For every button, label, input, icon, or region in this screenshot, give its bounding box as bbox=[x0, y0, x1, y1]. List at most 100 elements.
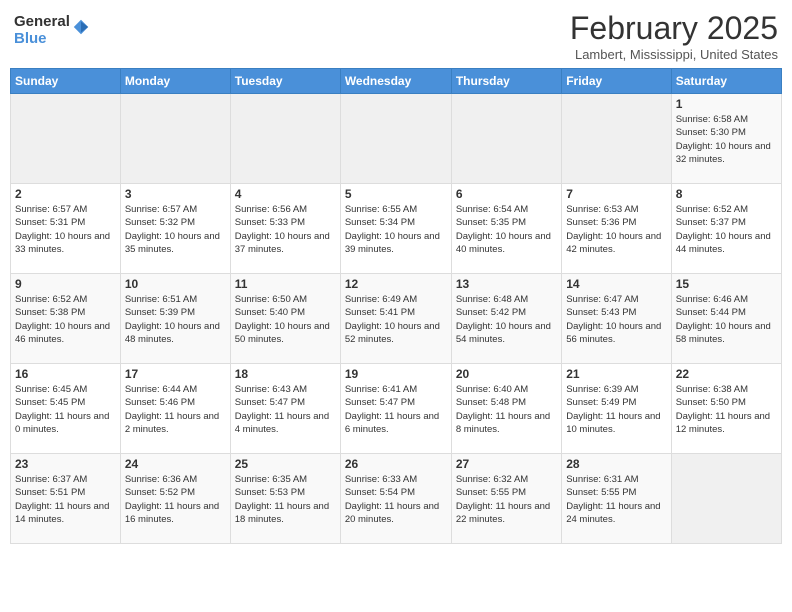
calendar-cell: 5 Sunrise: 6:55 AM Sunset: 5:34 PM Daylig… bbox=[340, 184, 451, 274]
day-info: Sunrise: 6:49 AM Sunset: 5:41 PM Dayligh… bbox=[345, 293, 447, 346]
day-info: Sunrise: 6:44 AM Sunset: 5:46 PM Dayligh… bbox=[125, 383, 226, 436]
calendar-week-3: 9 Sunrise: 6:52 AM Sunset: 5:38 PM Daylig… bbox=[11, 274, 782, 364]
day-number: 26 bbox=[345, 457, 447, 471]
day-info: Sunrise: 6:47 AM Sunset: 5:43 PM Dayligh… bbox=[566, 293, 666, 346]
calendar-cell: 13 Sunrise: 6:48 AM Sunset: 5:42 PM Dayli… bbox=[451, 274, 561, 364]
calendar-cell: 6 Sunrise: 6:54 AM Sunset: 5:35 PM Daylig… bbox=[451, 184, 561, 274]
calendar-cell bbox=[11, 94, 121, 184]
calendar-cell: 7 Sunrise: 6:53 AM Sunset: 5:36 PM Daylig… bbox=[562, 184, 671, 274]
day-info: Sunrise: 6:50 AM Sunset: 5:40 PM Dayligh… bbox=[235, 293, 336, 346]
calendar-week-2: 2Sunrise: 6:57 AM Sunset: 5:31 PM Daylig… bbox=[11, 184, 782, 274]
day-number: 13 bbox=[456, 277, 557, 291]
calendar-cell: 26 Sunrise: 6:33 AM Sunset: 5:54 PM Dayli… bbox=[340, 454, 451, 544]
calendar-cell: 24 Sunrise: 6:36 AM Sunset: 5:52 PM Dayli… bbox=[120, 454, 230, 544]
logo-general: General bbox=[14, 14, 70, 31]
day-info: Sunrise: 6:51 AM Sunset: 5:39 PM Dayligh… bbox=[125, 293, 226, 346]
day-number: 4 bbox=[235, 187, 336, 201]
day-info: Sunrise: 6:58 AM Sunset: 5:30 PM Dayligh… bbox=[676, 113, 777, 166]
day-number: 21 bbox=[566, 367, 666, 381]
calendar-cell bbox=[671, 454, 781, 544]
weekday-header-friday: Friday bbox=[562, 69, 671, 94]
day-info: Sunrise: 6:40 AM Sunset: 5:48 PM Dayligh… bbox=[456, 383, 557, 436]
logo-blue: Blue bbox=[14, 31, 70, 48]
calendar-cell: 4Sunrise: 6:56 AM Sunset: 5:33 PM Daylig… bbox=[230, 184, 340, 274]
calendar-cell: 3 Sunrise: 6:57 AM Sunset: 5:32 PM Daylig… bbox=[120, 184, 230, 274]
day-number: 10 bbox=[125, 277, 226, 291]
day-info: Sunrise: 6:31 AM Sunset: 5:55 PM Dayligh… bbox=[566, 473, 666, 526]
day-number: 16 bbox=[15, 367, 116, 381]
day-info: Sunrise: 6:32 AM Sunset: 5:55 PM Dayligh… bbox=[456, 473, 557, 526]
weekday-header-wednesday: Wednesday bbox=[340, 69, 451, 94]
page-header: General Blue February 2025 Lambert, Miss… bbox=[10, 10, 782, 62]
calendar-cell: 21 Sunrise: 6:39 AM Sunset: 5:49 PM Dayli… bbox=[562, 364, 671, 454]
day-number: 24 bbox=[125, 457, 226, 471]
calendar-cell: 14 Sunrise: 6:47 AM Sunset: 5:43 PM Dayli… bbox=[562, 274, 671, 364]
day-info: Sunrise: 6:57 AM Sunset: 5:31 PM Dayligh… bbox=[15, 203, 116, 256]
calendar-cell: 23Sunrise: 6:37 AM Sunset: 5:51 PM Dayli… bbox=[11, 454, 121, 544]
day-number: 6 bbox=[456, 187, 557, 201]
day-info: Sunrise: 6:45 AM Sunset: 5:45 PM Dayligh… bbox=[15, 383, 116, 436]
day-info: Sunrise: 6:39 AM Sunset: 5:49 PM Dayligh… bbox=[566, 383, 666, 436]
location: Lambert, Mississippi, United States bbox=[570, 47, 778, 62]
logo: General Blue bbox=[14, 14, 90, 47]
day-info: Sunrise: 6:36 AM Sunset: 5:52 PM Dayligh… bbox=[125, 473, 226, 526]
day-number: 15 bbox=[676, 277, 777, 291]
day-info: Sunrise: 6:52 AM Sunset: 5:37 PM Dayligh… bbox=[676, 203, 777, 256]
day-number: 7 bbox=[566, 187, 666, 201]
calendar-cell bbox=[340, 94, 451, 184]
day-info: Sunrise: 6:48 AM Sunset: 5:42 PM Dayligh… bbox=[456, 293, 557, 346]
day-info: Sunrise: 6:37 AM Sunset: 5:51 PM Dayligh… bbox=[15, 473, 116, 526]
day-info: Sunrise: 6:57 AM Sunset: 5:32 PM Dayligh… bbox=[125, 203, 226, 256]
day-number: 14 bbox=[566, 277, 666, 291]
day-info: Sunrise: 6:33 AM Sunset: 5:54 PM Dayligh… bbox=[345, 473, 447, 526]
day-info: Sunrise: 6:55 AM Sunset: 5:34 PM Dayligh… bbox=[345, 203, 447, 256]
day-number: 9 bbox=[15, 277, 116, 291]
weekday-header-thursday: Thursday bbox=[451, 69, 561, 94]
logo-icon bbox=[72, 18, 90, 36]
title-area: February 2025 Lambert, Mississippi, Unit… bbox=[570, 10, 778, 62]
day-number: 18 bbox=[235, 367, 336, 381]
day-number: 5 bbox=[345, 187, 447, 201]
day-number: 3 bbox=[125, 187, 226, 201]
month-year: February 2025 bbox=[570, 10, 778, 47]
calendar-cell: 8 Sunrise: 6:52 AM Sunset: 5:37 PM Daylig… bbox=[671, 184, 781, 274]
calendar-week-5: 23Sunrise: 6:37 AM Sunset: 5:51 PM Dayli… bbox=[11, 454, 782, 544]
day-info: Sunrise: 6:52 AM Sunset: 5:38 PM Dayligh… bbox=[15, 293, 116, 346]
calendar-cell: 10 Sunrise: 6:51 AM Sunset: 5:39 PM Dayli… bbox=[120, 274, 230, 364]
calendar-cell: 27 Sunrise: 6:32 AM Sunset: 5:55 PM Dayli… bbox=[451, 454, 561, 544]
day-number: 19 bbox=[345, 367, 447, 381]
day-info: Sunrise: 6:43 AM Sunset: 5:47 PM Dayligh… bbox=[235, 383, 336, 436]
day-number: 25 bbox=[235, 457, 336, 471]
weekday-header-sunday: Sunday bbox=[11, 69, 121, 94]
calendar-cell: 18 Sunrise: 6:43 AM Sunset: 5:47 PM Dayli… bbox=[230, 364, 340, 454]
calendar-cell bbox=[562, 94, 671, 184]
calendar-cell: 19 Sunrise: 6:41 AM Sunset: 5:47 PM Dayli… bbox=[340, 364, 451, 454]
calendar-cell bbox=[451, 94, 561, 184]
day-number: 1 bbox=[676, 97, 777, 111]
calendar-week-4: 16 Sunrise: 6:45 AM Sunset: 5:45 PM Dayli… bbox=[11, 364, 782, 454]
weekday-header-saturday: Saturday bbox=[671, 69, 781, 94]
day-number: 17 bbox=[125, 367, 226, 381]
calendar-cell: 17 Sunrise: 6:44 AM Sunset: 5:46 PM Dayli… bbox=[120, 364, 230, 454]
day-number: 8 bbox=[676, 187, 777, 201]
calendar-cell: 15 Sunrise: 6:46 AM Sunset: 5:44 PM Dayli… bbox=[671, 274, 781, 364]
day-number: 22 bbox=[676, 367, 777, 381]
day-info: Sunrise: 6:46 AM Sunset: 5:44 PM Dayligh… bbox=[676, 293, 777, 346]
calendar-cell: 28Sunrise: 6:31 AM Sunset: 5:55 PM Dayli… bbox=[562, 454, 671, 544]
calendar-cell: 2Sunrise: 6:57 AM Sunset: 5:31 PM Daylig… bbox=[11, 184, 121, 274]
calendar-cell: 1 Sunrise: 6:58 AM Sunset: 5:30 PM Daylig… bbox=[671, 94, 781, 184]
calendar-cell bbox=[120, 94, 230, 184]
day-info: Sunrise: 6:35 AM Sunset: 5:53 PM Dayligh… bbox=[235, 473, 336, 526]
calendar-cell: 11 Sunrise: 6:50 AM Sunset: 5:40 PM Dayli… bbox=[230, 274, 340, 364]
day-info: Sunrise: 6:54 AM Sunset: 5:35 PM Dayligh… bbox=[456, 203, 557, 256]
calendar-cell: 16 Sunrise: 6:45 AM Sunset: 5:45 PM Dayli… bbox=[11, 364, 121, 454]
calendar-week-1: 1 Sunrise: 6:58 AM Sunset: 5:30 PM Daylig… bbox=[11, 94, 782, 184]
weekday-header-row: SundayMondayTuesdayWednesdayThursdayFrid… bbox=[11, 69, 782, 94]
day-number: 27 bbox=[456, 457, 557, 471]
day-number: 20 bbox=[456, 367, 557, 381]
day-info: Sunrise: 6:53 AM Sunset: 5:36 PM Dayligh… bbox=[566, 203, 666, 256]
day-number: 11 bbox=[235, 277, 336, 291]
day-number: 12 bbox=[345, 277, 447, 291]
calendar: SundayMondayTuesdayWednesdayThursdayFrid… bbox=[10, 68, 782, 544]
day-info: Sunrise: 6:41 AM Sunset: 5:47 PM Dayligh… bbox=[345, 383, 447, 436]
